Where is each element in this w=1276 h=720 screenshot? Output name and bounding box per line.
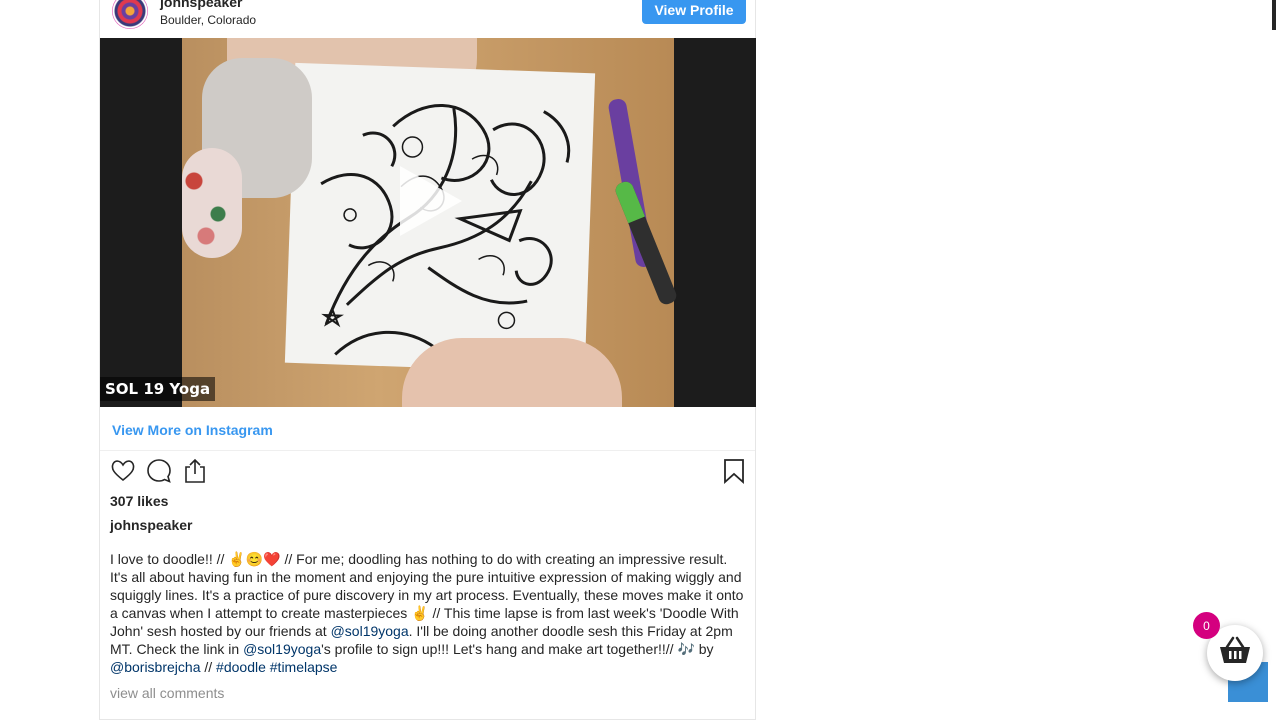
floral-cloth [182, 148, 242, 258]
video-player[interactable]: SOL 19 Yoga [100, 38, 756, 407]
username[interactable]: johnspeaker [160, 0, 242, 10]
bookmark-icon[interactable] [722, 458, 748, 485]
action-bar [110, 458, 746, 486]
video-watermark: SOL 19 Yoga [100, 377, 216, 401]
avatar[interactable] [112, 0, 148, 29]
mention-link[interactable]: @sol19yoga [331, 623, 409, 639]
divider [100, 450, 755, 451]
play-icon[interactable] [400, 166, 462, 236]
post-header: johnspeaker Boulder, Colorado View Profi… [100, 0, 755, 38]
caption-text: I love to doodle!! // ✌️😊❤️ // For me; d… [110, 550, 746, 676]
caption-username[interactable]: johnspeaker [110, 517, 192, 533]
caption-part: 's profile to sign up!!! Let's hang and … [321, 641, 714, 657]
basket-icon [1218, 636, 1252, 671]
view-profile-button[interactable]: View Profile [642, 0, 746, 24]
comment-icon[interactable] [146, 458, 172, 484]
mention-link[interactable]: @sol19yoga [243, 641, 321, 657]
green-marker [613, 179, 679, 307]
instagram-embed: johnspeaker Boulder, Colorado View Profi… [99, 0, 756, 720]
scrollbar[interactable] [1272, 0, 1276, 30]
share-icon[interactable] [182, 458, 208, 484]
caption-part: // [200, 659, 217, 675]
view-comments-link[interactable]: view all comments [110, 685, 224, 701]
location[interactable]: Boulder, Colorado [160, 13, 256, 27]
mention-link[interactable]: @borisbrejcha [110, 659, 200, 675]
hashtag-link[interactable]: #doodle [216, 659, 266, 675]
cart-count-badge: 0 [1193, 612, 1220, 639]
likes-count[interactable]: 307 likes [110, 493, 168, 509]
view-more-link[interactable]: View More on Instagram [112, 422, 273, 438]
resting-hand [402, 338, 622, 407]
hashtag-link[interactable]: #timelapse [270, 659, 338, 675]
heart-icon[interactable] [110, 458, 136, 484]
